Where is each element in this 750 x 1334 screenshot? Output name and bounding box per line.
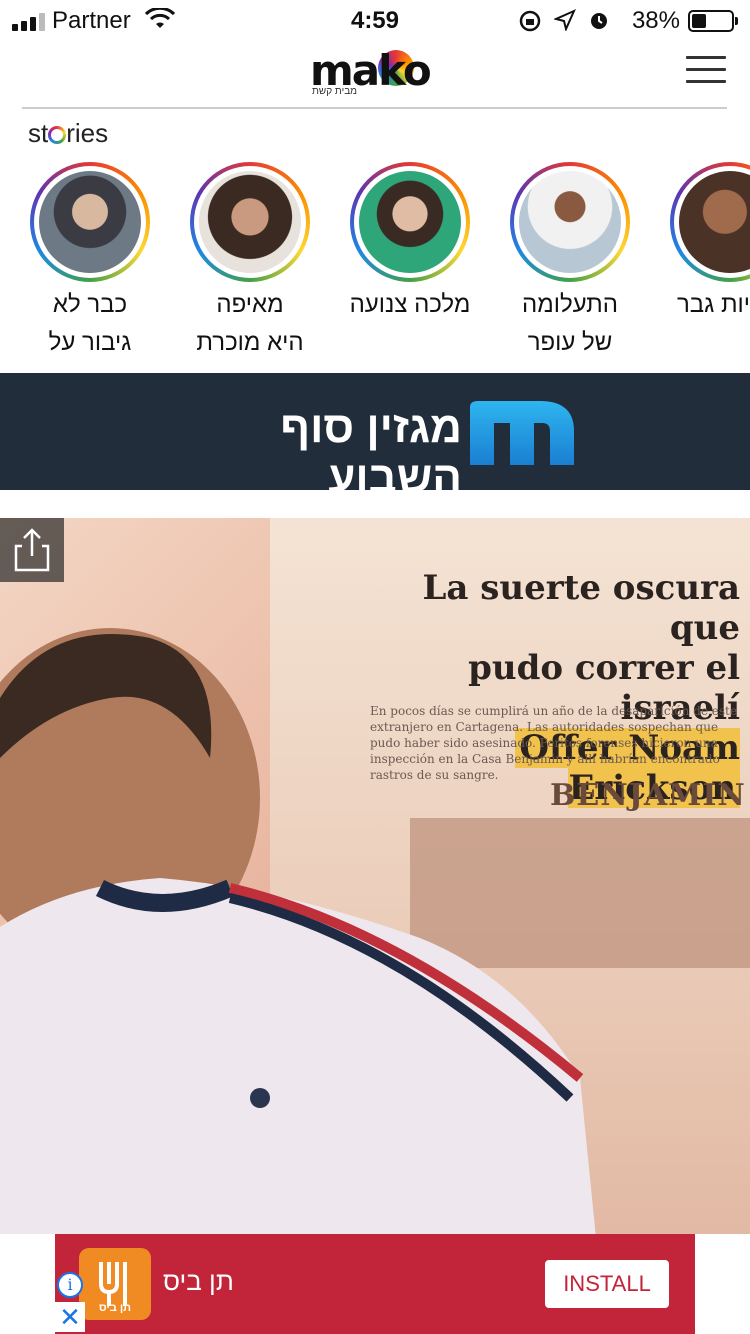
story-thumbnail xyxy=(519,171,621,273)
story-title: כבר לא גיבור על xyxy=(48,291,132,356)
story-thumbnail xyxy=(199,171,301,273)
hero-article-image[interactable]: La suerte oscura que pudo correr el isra… xyxy=(0,518,750,1234)
story-thumbnail xyxy=(359,171,461,273)
ad-app-name: תן ביס xyxy=(163,1266,234,1296)
location-icon xyxy=(554,9,576,31)
magazine-title: מגזין סוף השבוע xyxy=(280,403,462,502)
app-icon: תן ביס xyxy=(79,1248,151,1320)
mako-logo[interactable]: mako מבית קשת xyxy=(310,46,442,98)
story-thumbnail xyxy=(39,171,141,273)
hamburger-icon[interactable] xyxy=(686,56,726,84)
share-button[interactable] xyxy=(0,518,64,582)
stories-label: st ries xyxy=(28,118,109,148)
story-title: יות גבר xyxy=(676,291,750,318)
story-thumbnail xyxy=(679,171,750,273)
weekend-magazine-banner[interactable]: מגזין סוף השבוע xyxy=(0,373,750,502)
story-item[interactable]: יות גבר xyxy=(650,162,750,324)
story-item[interactable]: מאיפה היא מוכרת xyxy=(170,162,330,362)
story-title: התעלומה של עופר xyxy=(522,291,618,356)
story-item[interactable]: מלכה צנועה xyxy=(330,162,490,324)
status-bar: Partner 4:59 38% xyxy=(0,0,750,40)
install-button[interactable]: INSTALL xyxy=(545,1260,669,1308)
stories-ring-icon xyxy=(48,126,67,144)
ad-close-icon[interactable]: ✕ xyxy=(55,1302,85,1332)
story-title: מאיפה היא מוכרת xyxy=(196,291,304,356)
stories-carousel[interactable]: כבר לא גיבור על מאיפה היא מוכרת מלכה צנועה… xyxy=(0,162,750,362)
share-icon xyxy=(14,528,50,572)
story-item[interactable]: התעלומה של עופר xyxy=(490,162,650,362)
story-title: מלכה צנועה xyxy=(349,291,471,318)
battery-percentage: 38% xyxy=(631,7,680,34)
site-header: mako מבית קשת xyxy=(0,40,750,110)
rotation-lock-icon xyxy=(519,10,541,32)
alarm-icon xyxy=(591,13,607,29)
magazine-m-logo-icon xyxy=(470,401,574,465)
battery-icon xyxy=(688,10,738,32)
story-item[interactable]: כבר לא גיבור על xyxy=(10,162,170,362)
app-install-ad[interactable]: תן ביס תן ביס INSTALL i ✕ xyxy=(55,1234,695,1334)
header-divider xyxy=(22,107,727,109)
man-portrait xyxy=(0,628,596,1234)
ad-info-icon[interactable]: i xyxy=(57,1272,83,1298)
